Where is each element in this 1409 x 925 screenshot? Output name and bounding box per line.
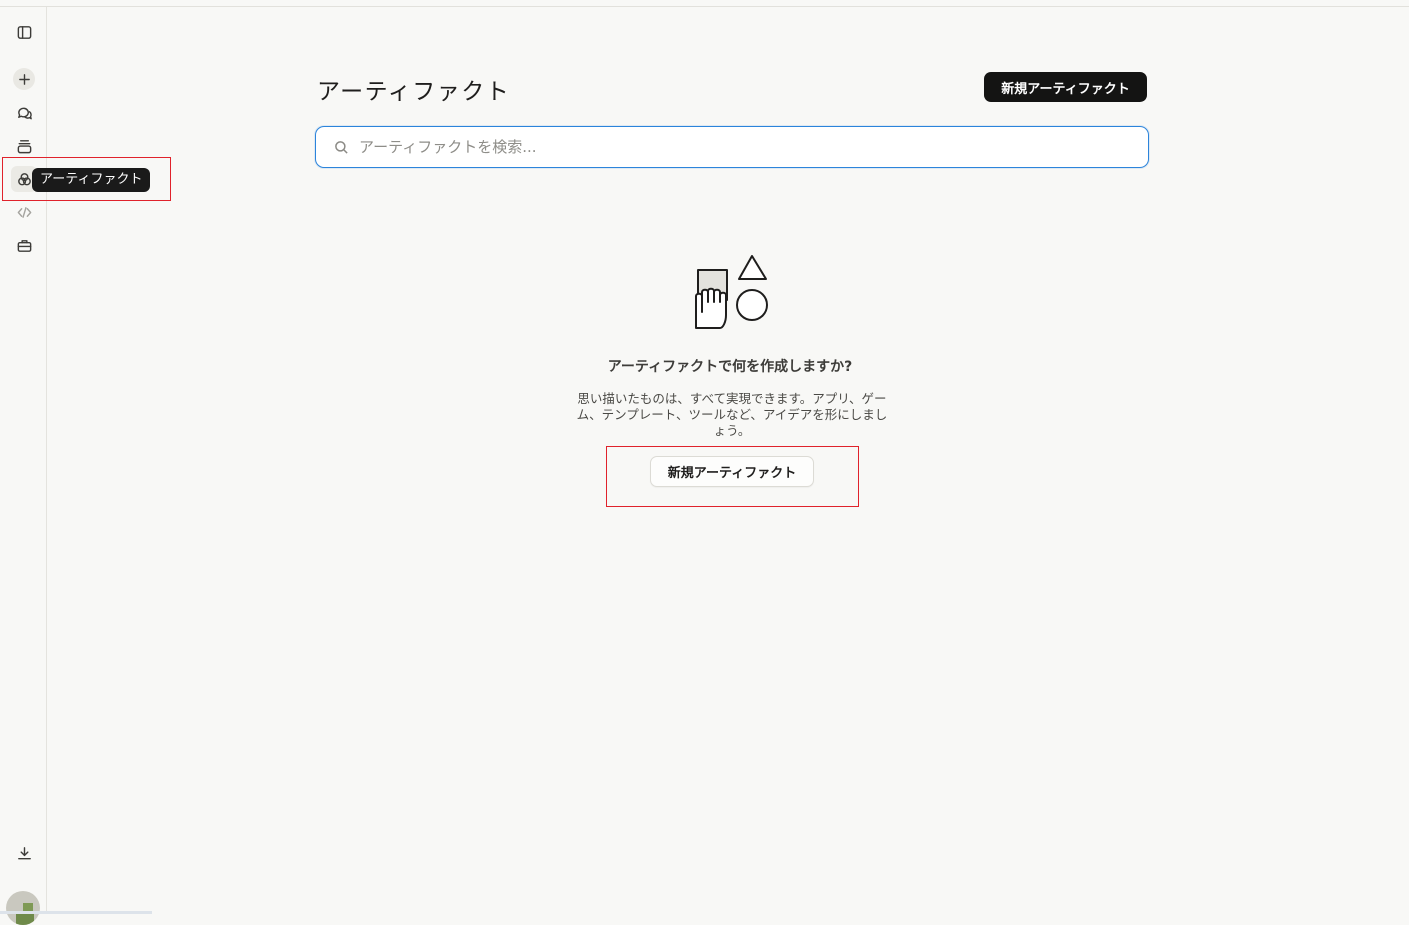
search-box[interactable]: [315, 126, 1149, 168]
download-icon: [17, 846, 31, 859]
stack-icon: [17, 139, 31, 153]
chat-bubbles-icon: [17, 107, 32, 119]
shapes-icon: [17, 172, 31, 185]
empty-state-title: アーティファクトで何を作成しますか?: [607, 359, 853, 375]
search-input[interactable]: [359, 127, 1139, 167]
empty-state-description: 思い描いたものは、すべて実現できます。アプリ、ゲーム、テンプレート、ツールなど、…: [576, 391, 888, 438]
top-border: [0, 6, 1409, 7]
search-icon: [335, 141, 348, 154]
new-artifact-button[interactable]: 新規アーティファクト: [984, 72, 1147, 102]
page-title: アーティファクト: [317, 79, 511, 105]
new-artifact-button-empty-state[interactable]: 新規アーティファクト: [650, 456, 814, 487]
toggle-sidebar-button[interactable]: [11, 19, 37, 45]
new-chat-button[interactable]: [13, 68, 35, 90]
artifacts-illustration-icon: [695, 255, 768, 329]
plus-icon: [18, 73, 30, 85]
code-button[interactable]: [11, 199, 37, 225]
projects-button[interactable]: [11, 133, 37, 159]
chats-button[interactable]: [11, 100, 37, 126]
toolbox-icon: [17, 239, 31, 252]
sidebar-panel-icon: [17, 25, 31, 39]
download-button[interactable]: [11, 840, 37, 866]
user-avatar[interactable]: [6, 891, 40, 925]
sidebar: [0, 7, 47, 925]
code-icon: [17, 206, 31, 218]
tools-button[interactable]: [11, 232, 37, 258]
artifacts-tooltip: アーティファクト: [32, 168, 151, 192]
